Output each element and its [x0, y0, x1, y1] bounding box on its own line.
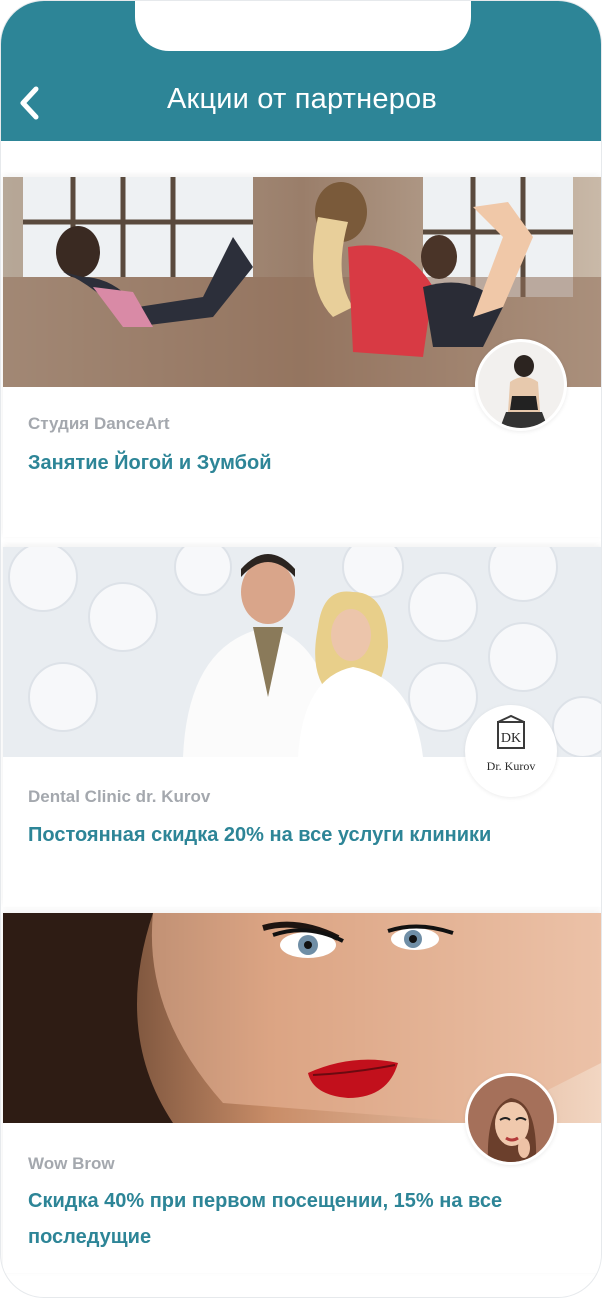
promotion-card[interactable]: Студия DanceArt Занятие Йогой и Зумбой: [3, 177, 601, 537]
partner-logo: DK Dr. Kurov: [465, 705, 557, 797]
offer-title[interactable]: Занятие Йогой и Зумбой: [28, 445, 568, 481]
logo-text: Dr. Kurov: [487, 759, 536, 773]
partner-name: Wow Brow: [28, 1154, 115, 1173]
app-header: Акции от партнеров: [1, 1, 601, 141]
promotion-card[interactable]: Wow Brow Скидка 40% при первом посещении…: [3, 913, 601, 1273]
partner-logo: [475, 339, 567, 431]
phone-screen: Акции от партнеров Студия DanceArt Занят…: [0, 0, 602, 1298]
offer-title[interactable]: Скидка 40% при первом посещении, 15% на …: [28, 1183, 568, 1255]
partner-logo: [465, 1073, 557, 1165]
logo-monogram: DK: [501, 731, 521, 746]
promotion-card[interactable]: DK Dr. Kurov Dental Clinic dr. Kurov Пос…: [3, 547, 601, 907]
partner-name: Dental Clinic dr. Kurov: [28, 787, 211, 806]
page-title: Акции от партнеров: [167, 83, 437, 115]
device-notch: [135, 1, 471, 51]
offer-title[interactable]: Постоянная скидка 20% на все услуги клин…: [28, 817, 568, 853]
partner-name: Студия DanceArt: [28, 414, 170, 433]
